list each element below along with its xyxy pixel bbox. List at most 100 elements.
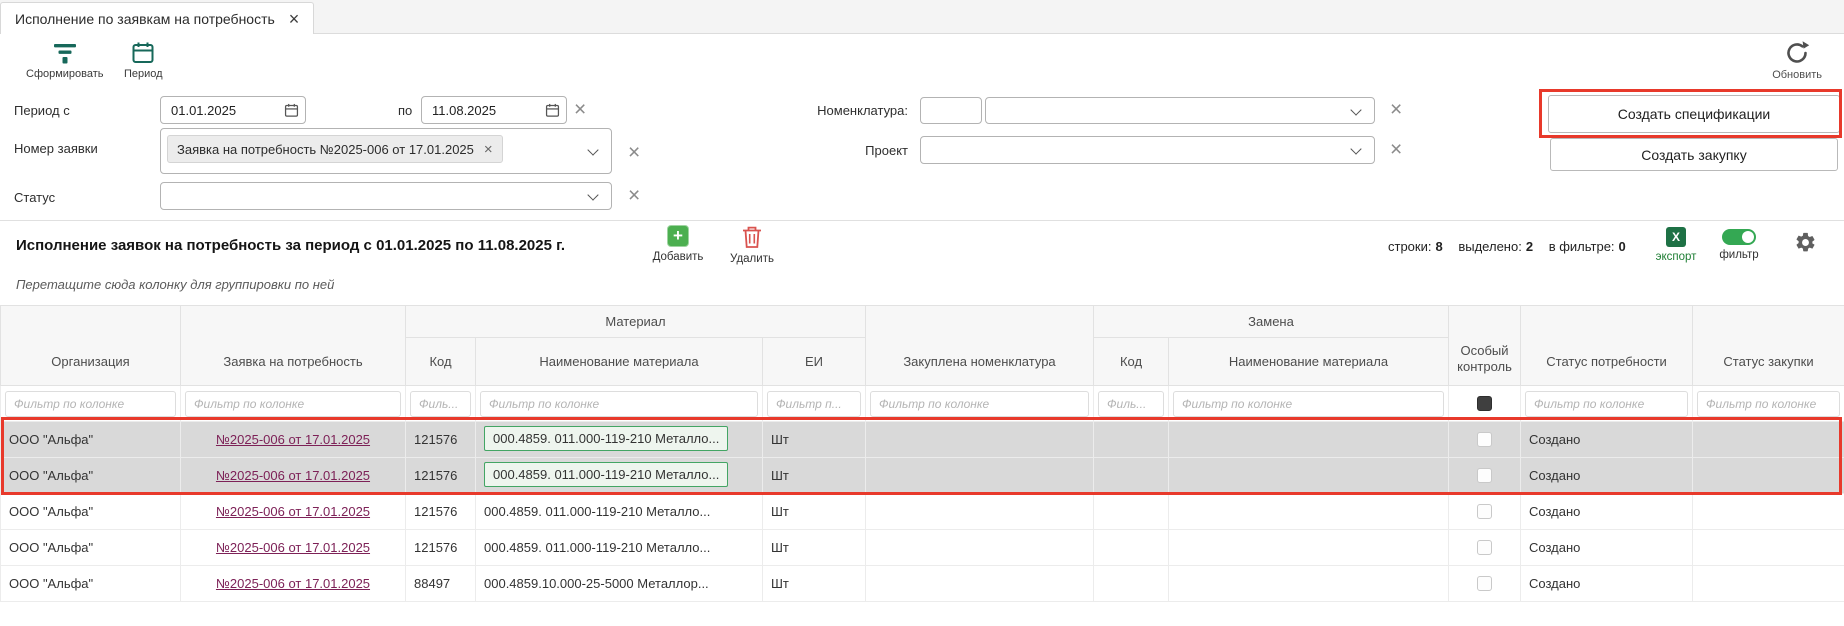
group-header-material: Материал [406, 306, 866, 338]
add-label: Добавить [653, 251, 704, 263]
column-header-need_status[interactable]: Статус потребности [1521, 306, 1693, 386]
cell-unit: Шт [763, 530, 866, 566]
excel-icon: X [1666, 227, 1686, 247]
cell-mat_name: 000.4859.10.000-25-5000 Металлор... [476, 566, 763, 602]
filter-input-unit[interactable] [767, 391, 861, 417]
special-control-checkbox[interactable] [1477, 540, 1492, 555]
filter-input-rep_code[interactable] [1098, 391, 1164, 417]
settings-gear-button[interactable] [1794, 231, 1817, 259]
filter-input-org[interactable] [5, 391, 176, 417]
add-button[interactable]: + Добавить [646, 225, 710, 263]
cell-unit: Шт [763, 566, 866, 602]
clear-request-icon[interactable]: × [628, 142, 640, 163]
column-header-request[interactable]: Заявка на потребность [181, 306, 406, 386]
special-control-filter-checkbox[interactable] [1477, 396, 1492, 411]
export-button[interactable]: X экспорт [1650, 227, 1702, 263]
special-control-checkbox[interactable] [1477, 504, 1492, 519]
nomenclature-code-input[interactable] [920, 97, 982, 124]
export-label: экспорт [1656, 251, 1697, 263]
toggle-on-icon[interactable] [1722, 229, 1756, 245]
period-from-input[interactable] [160, 96, 306, 124]
column-header-purchase_status[interactable]: Статус закупки [1693, 306, 1844, 386]
filter-toggle[interactable]: фильтр [1712, 229, 1766, 261]
refresh-button[interactable]: Обновить [1772, 40, 1822, 81]
column-header-unit[interactable]: ЕИ [763, 338, 866, 386]
column-header-rep_name[interactable]: Наименование материала [1169, 338, 1449, 386]
results-panel: Исполнение заявок на потребность за пери… [0, 220, 1844, 626]
project-label: Проект [780, 143, 908, 158]
cell-purchased [866, 530, 1094, 566]
trash-icon [741, 225, 763, 249]
filter-cell-purchase_status [1693, 386, 1844, 422]
special-control-checkbox[interactable] [1477, 432, 1492, 447]
table-row[interactable]: ООО "Альфа"№2025-006 от 17.01.2025121576… [1, 422, 1844, 458]
filter-input-purchased[interactable] [870, 391, 1089, 417]
clear-period-icon[interactable]: × [574, 99, 586, 120]
filter-cell-rep_name [1169, 386, 1449, 422]
request-tag-remove-icon[interactable]: × [484, 142, 493, 157]
filter-row [1, 386, 1844, 422]
period-to-input[interactable] [421, 96, 567, 124]
clear-nomenclature-icon[interactable]: × [1390, 99, 1402, 120]
filter-input-purchase_status[interactable] [1697, 391, 1840, 417]
cell-request: №2025-006 от 17.01.2025 [181, 566, 406, 602]
clear-project-icon[interactable]: × [1390, 139, 1402, 160]
request-link[interactable]: №2025-006 от 17.01.2025 [216, 468, 370, 483]
cell-purchase_status [1693, 494, 1844, 530]
filter-input-rep_name[interactable] [1173, 391, 1444, 417]
table-row[interactable]: ООО "Альфа"№2025-006 от 17.01.2025884970… [1, 566, 1844, 602]
cell-rep_name [1169, 422, 1449, 458]
project-dropdown[interactable] [920, 136, 1375, 164]
filter-input-mat_code[interactable] [410, 391, 471, 417]
group-header-replacement: Замена [1094, 306, 1449, 338]
tab-bar: Исполнение по заявкам на потребность × [0, 0, 1844, 34]
cell-need_status: Создано [1521, 530, 1693, 566]
grid-title: Исполнение заявок на потребность за пери… [16, 237, 565, 254]
filter-input-need_status[interactable] [1525, 391, 1688, 417]
request-link[interactable]: №2025-006 от 17.01.2025 [216, 540, 370, 555]
material-name: 000.4859. 011.000-119-210 Металло... [484, 504, 710, 519]
cell-rep_name [1169, 530, 1449, 566]
cell-mat_code: 121576 [406, 458, 476, 494]
filter-cell-org [1, 386, 181, 422]
table-row[interactable]: ООО "Альфа"№2025-006 от 17.01.2025121576… [1, 530, 1844, 566]
period-button[interactable]: Период [124, 41, 163, 80]
column-header-special[interactable]: Особый контроль [1449, 306, 1521, 386]
special-control-checkbox[interactable] [1477, 576, 1492, 591]
cell-org: ООО "Альфа" [1, 494, 181, 530]
cell-mat_code: 121576 [406, 530, 476, 566]
period-from-label: Период с [14, 103, 70, 118]
filter-cell-rep_code [1094, 386, 1169, 422]
create-specifications-button[interactable]: Создать спецификации [1548, 95, 1840, 133]
table-row[interactable]: ООО "Альфа"№2025-006 от 17.01.2025121576… [1, 494, 1844, 530]
request-link[interactable]: №2025-006 от 17.01.2025 [216, 432, 370, 447]
status-dropdown[interactable] [160, 182, 612, 210]
column-header-mat_code[interactable]: Код [406, 338, 476, 386]
cell-purchase_status [1693, 422, 1844, 458]
request-link[interactable]: №2025-006 от 17.01.2025 [216, 576, 370, 591]
chevron-down-icon[interactable] [587, 144, 598, 155]
column-header-rep_code[interactable]: Код [1094, 338, 1169, 386]
tab-close-icon[interactable]: × [289, 10, 300, 28]
nomenclature-dropdown[interactable] [985, 97, 1375, 124]
app-window: Исполнение по заявкам на потребность × С… [0, 0, 1844, 626]
generate-button[interactable]: Сформировать [26, 41, 104, 80]
column-header-mat_name[interactable]: Наименование материала [476, 338, 763, 386]
column-header-purchased[interactable]: Закуплена номенклатура [866, 306, 1094, 386]
special-control-checkbox[interactable] [1477, 468, 1492, 483]
tab-execution-requests[interactable]: Исполнение по заявкам на потребность × [0, 2, 314, 34]
cell-request: №2025-006 от 17.01.2025 [181, 458, 406, 494]
column-header-org[interactable]: Организация [1, 306, 181, 386]
filter-cell-mat_name [476, 386, 763, 422]
cell-rep_code [1094, 566, 1169, 602]
table-row[interactable]: ООО "Альфа"№2025-006 от 17.01.2025121576… [1, 458, 1844, 494]
filter-input-request[interactable] [185, 391, 401, 417]
filter-cell-special [1449, 386, 1521, 422]
request-number-multiselect[interactable]: Заявка на потребность №2025-006 от 17.01… [160, 128, 612, 174]
clear-status-icon[interactable]: × [628, 185, 640, 206]
cell-purchased [866, 422, 1094, 458]
delete-button[interactable]: Удалить [722, 225, 782, 265]
filter-input-mat_name[interactable] [480, 391, 758, 417]
request-link[interactable]: №2025-006 от 17.01.2025 [216, 504, 370, 519]
create-purchase-button[interactable]: Создать закупку [1550, 138, 1838, 171]
